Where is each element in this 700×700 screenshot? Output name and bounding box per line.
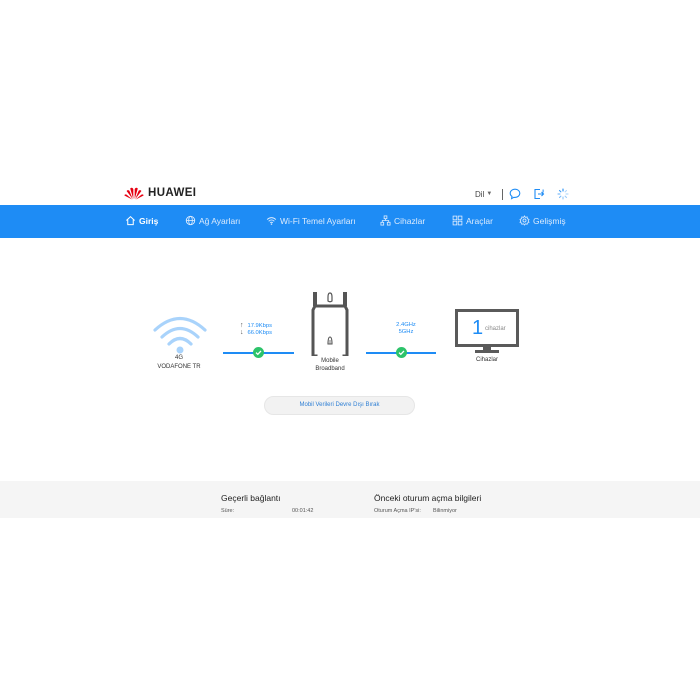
duration-label: Süre: <box>221 508 235 514</box>
top-right-tools: Dil ▼ <box>475 188 581 200</box>
home-icon <box>126 215 135 226</box>
nav-item-network-settings[interactable]: Ağ Ayarları <box>185 215 240 226</box>
duration-value: 00:01:42 <box>292 508 314 514</box>
nav-item-devices[interactable]: Cihazlar <box>380 215 425 226</box>
nav-item-wifi-settings[interactable]: Wi-Fi Temel Ayarları <box>266 215 356 226</box>
monitor-screen: 1 cihazlar <box>455 309 519 347</box>
brand-name: HUAWEI <box>148 187 197 199</box>
router-label-line2: Broadband <box>315 366 345 372</box>
device-unit: cihazlar <box>485 326 506 332</box>
logout-icon[interactable] <box>533 188 545 200</box>
huawei-logo[interactable]: HUAWEI <box>124 186 196 200</box>
arrow-up-icon: ↑ <box>240 322 244 329</box>
previous-login-title: Önceki oturum açma bilgileri <box>374 493 482 503</box>
current-connection-title: Geçerli bağlantı <box>221 493 281 503</box>
monitor-base <box>475 350 499 353</box>
connected-devices-monitor[interactable]: 1 cihazlar <box>455 309 519 353</box>
band-5ghz: 5GHz <box>398 329 414 335</box>
operator-name: VODAFONE TR <box>157 364 201 370</box>
tools-icon <box>452 215 463 226</box>
connection-info-panel: Geçerli bağlantı Süre: 00:01:42 Önceki o… <box>0 481 700 518</box>
login-ip-label: Oturum Açma IP'si: <box>374 508 421 514</box>
connection-status-diagram: 4G VODAFONE TR ↑ 17.9Kbps ↓ 66.0Kbps Mob… <box>0 238 700 478</box>
topology-icon <box>380 215 391 226</box>
nav-label: Giriş <box>139 215 159 226</box>
nav-label: Wi-Fi Temel Ayarları <box>280 215 356 226</box>
gear-icon <box>519 215 530 226</box>
huawei-flower-icon <box>124 187 144 200</box>
router-label: Mobile Broadband <box>300 357 360 373</box>
loading-icon <box>557 188 569 200</box>
devices-label: Cihazlar <box>475 357 498 363</box>
language-selector[interactable]: Dil ▼ <box>475 190 492 199</box>
language-label: Dil <box>475 189 485 199</box>
arrow-down-icon: ↓ <box>240 329 244 336</box>
main-navigation: Giriş Ağ Ayarları Wi-Fi Temel Ayarları C… <box>0 205 700 238</box>
download-rate-value: 66.0Kbps <box>247 329 273 336</box>
upload-rate-value: 17.9Kbps <box>247 322 273 329</box>
checkmark-icon <box>398 350 405 356</box>
globe-icon <box>185 215 196 226</box>
network-type: 4G <box>174 355 183 361</box>
download-rate: ↓ 66.0Kbps <box>240 329 272 336</box>
router-label-line1: Mobile <box>321 358 339 364</box>
chevron-down-icon: ▼ <box>486 191 493 197</box>
router-device-icon <box>311 292 349 356</box>
login-ip-value: Bilinmiyor <box>433 508 457 514</box>
band-2-4ghz: 2.4GHz <box>396 322 416 328</box>
nav-label: Gelişmiş <box>533 215 566 226</box>
nav-label: Ağ Ayarları <box>199 215 241 226</box>
nav-label: Araçlar <box>466 215 493 226</box>
lan-status-check <box>396 347 407 358</box>
nav-label: Cihazlar <box>394 215 426 226</box>
checkmark-icon <box>255 350 262 356</box>
wifi-icon <box>266 217 277 225</box>
upload-rate: ↑ 17.9Kbps <box>240 322 272 329</box>
divider <box>502 188 504 200</box>
nav-item-home[interactable]: Giriş <box>125 215 158 226</box>
signal-strength-icon <box>153 316 207 354</box>
chat-icon[interactable] <box>509 188 521 200</box>
wan-status-check <box>253 347 264 358</box>
top-bar: HUAWEI Dil ▼ <box>0 180 700 205</box>
nav-item-tools[interactable]: Araçlar <box>452 215 493 226</box>
nav-item-advanced[interactable]: Gelişmiş <box>519 215 566 226</box>
disable-mobile-data-button[interactable]: Mobil Verileri Devre Dışı Bırak <box>264 396 415 415</box>
device-count: 1 <box>472 317 484 339</box>
